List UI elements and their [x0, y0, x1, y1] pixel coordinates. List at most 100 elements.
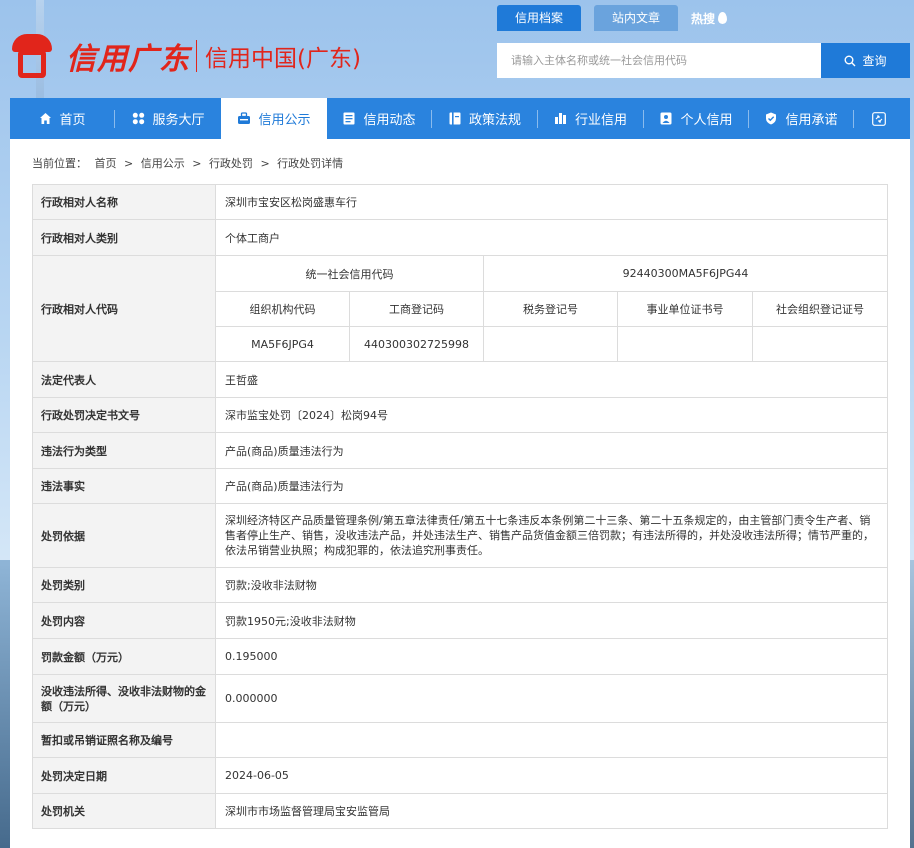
field-label: 处罚机关 [32, 793, 216, 829]
counterpart-name: 深圳市宝安区松岗盛惠车行 [214, 184, 889, 220]
breadcrumb-separator: > [124, 157, 134, 170]
field-label: 暂扣或吊销证照名称及编号 [32, 722, 216, 758]
tax-reg-value [483, 326, 618, 362]
uscc-value: 92440300MA5F6JPG44 [482, 255, 889, 292]
nav-industry-credit[interactable]: 行业信用 [538, 98, 643, 139]
site-logo[interactable]: 信用广东 信用中国(广东) [10, 32, 361, 80]
breadcrumb-prefix: 当前位置： [32, 157, 87, 170]
news-icon [342, 112, 356, 126]
penalty-basis: 深圳经济特区产品质量管理条例/第五章法律责任/第五十七条违反本条例第二十三条、第… [214, 503, 889, 568]
fine-amount: 0.195000 [214, 638, 889, 675]
table-row: 行政处罚决定书文号 深市监宝处罚〔2024〕松岗94号 [32, 397, 889, 433]
social-org-value [751, 326, 889, 362]
tab-credit-archive[interactable]: 信用档案 [497, 5, 582, 31]
license-revocation [214, 722, 889, 758]
field-label: 法定代表人 [32, 361, 216, 398]
biz-reg-value: 440300302725998 [349, 326, 484, 362]
org-code-label: 组织机构代码 [215, 291, 350, 327]
penalty-detail-table: 行政相对人名称 深圳市宝安区松岗盛惠车行 行政相对人类别 个体工商户 行政相对人… [32, 184, 889, 829]
expand-icon [872, 111, 886, 126]
inst-cert-label: 事业单位证书号 [617, 291, 753, 327]
breadcrumb-current: 行政处罚详情 [277, 157, 344, 170]
industry-icon [554, 112, 568, 126]
field-label: 行政相对人代码 [32, 255, 216, 362]
nav-credit-publicity[interactable]: 信用公示 [221, 98, 327, 139]
breadcrumb-separator: > [260, 157, 270, 170]
field-label: 处罚决定日期 [32, 757, 216, 794]
table-row: 行政相对人类别 个体工商户 [32, 219, 889, 256]
nav-personal-credit-label: 个人信用 [680, 113, 733, 128]
detail-panel: 当前位置： 首页 > 信用公示 > 行政处罚 > 行政处罚详情 行政相对人名称 … [10, 139, 910, 848]
nav-more-button[interactable] [854, 98, 904, 139]
nav-credit-commitment-label: 信用承诺 [785, 113, 838, 128]
breadcrumb-penalty-link[interactable]: 行政处罚 [209, 157, 253, 170]
hot-search-link[interactable]: 热搜 [691, 10, 728, 27]
grid-icon [131, 112, 145, 126]
nav-policy-regulations[interactable]: 政策法规 [432, 98, 537, 139]
field-label: 没收违法所得、没收非法财物的金额（万元） [32, 674, 216, 723]
table-row: 违法行为类型 产品(商品)质量违法行为 [32, 432, 889, 469]
person-icon [659, 112, 673, 126]
logo-divider [196, 40, 197, 72]
nav-service-hall-label: 服务大厅 [152, 113, 205, 128]
confiscation-amount: 0.000000 [214, 674, 889, 723]
breadcrumb-home-link[interactable]: 首页 [95, 157, 117, 170]
inst-cert-value [617, 326, 753, 362]
publicity-icon [237, 112, 251, 126]
table-row: 暂扣或吊销证照名称及编号 [32, 722, 889, 758]
field-label: 处罚类别 [32, 567, 216, 603]
breadcrumb: 当前位置： 首页 > 信用公示 > 行政处罚 > 行政处罚详情 [32, 155, 347, 171]
table-row: 处罚决定日期 2024-06-05 [32, 757, 889, 794]
org-code-value: MA5F6JPG4 [215, 326, 350, 362]
table-row: 处罚机关 深圳市市场监督管理局宝安监管局 [32, 793, 889, 829]
field-label: 违法行为类型 [32, 432, 216, 469]
search-button-label: 查询 [862, 54, 887, 68]
breadcrumb-separator: > [192, 157, 202, 170]
home-icon [38, 112, 52, 126]
table-row: 处罚类别 罚款;没收非法财物 [32, 567, 889, 603]
book-icon [448, 112, 462, 126]
search-bar: 查询 [497, 43, 910, 78]
field-label: 违法事实 [32, 468, 216, 504]
field-label: 行政相对人类别 [32, 219, 216, 256]
tab-site-articles[interactable]: 站内文章 [594, 5, 679, 31]
logo-mark-icon [10, 32, 54, 80]
penalty-content: 罚款1950元;没收非法财物 [214, 602, 889, 639]
uscc-label: 统一社会信用代码 [215, 255, 484, 292]
penalty-authority: 深圳市市场监督管理局宝安监管局 [214, 793, 889, 829]
field-label: 处罚依据 [32, 503, 216, 568]
shield-icon [764, 112, 778, 126]
field-label: 罚款金额（万元） [32, 638, 216, 675]
table-row: 处罚内容 罚款1950元;没收非法财物 [32, 602, 889, 639]
nav-home[interactable]: 首页 [10, 98, 114, 139]
field-label: 处罚内容 [32, 602, 216, 639]
search-input[interactable] [497, 43, 821, 78]
logo-title: 信用中国(广东) [205, 46, 361, 72]
nav-credit-commitment[interactable]: 信用承诺 [749, 98, 853, 139]
social-org-label: 社会组织登记证号 [751, 291, 889, 327]
decision-date: 2024-06-05 [214, 757, 889, 794]
nav-personal-credit[interactable]: 个人信用 [644, 98, 748, 139]
nav-credit-news[interactable]: 信用动态 [327, 98, 431, 139]
table-row: 没收违法所得、没收非法财物的金额（万元） 0.000000 [32, 674, 889, 723]
nav-service-hall[interactable]: 服务大厅 [115, 98, 221, 139]
counterpart-type: 个体工商户 [214, 219, 889, 256]
biz-reg-label: 工商登记码 [349, 291, 484, 327]
breadcrumb-publicity-link[interactable]: 信用公示 [141, 157, 185, 170]
search-icon [844, 55, 856, 66]
nav-industry-credit-label: 行业信用 [574, 113, 627, 128]
table-row: 违法事实 产品(商品)质量违法行为 [32, 468, 889, 504]
field-label: 行政处罚决定书文号 [32, 397, 216, 433]
table-row: 法定代表人 王哲盛 [32, 361, 889, 398]
nav-credit-publicity-label: 信用公示 [258, 113, 311, 128]
search-scope-tabs: 信用档案 站内文章 热搜 [497, 5, 728, 31]
site-header: 信用广东 信用中国(广东) 信用档案 站内文章 热搜 查询 [0, 0, 914, 98]
violation-facts: 产品(商品)质量违法行为 [214, 468, 889, 504]
field-label: 行政相对人名称 [32, 184, 216, 220]
search-button[interactable]: 查询 [821, 43, 910, 78]
violation-type: 产品(商品)质量违法行为 [214, 432, 889, 469]
penalty-category: 罚款;没收非法财物 [214, 567, 889, 603]
decision-doc-number: 深市监宝处罚〔2024〕松岗94号 [214, 397, 889, 433]
table-row: 行政相对人名称 深圳市宝安区松岗盛惠车行 [32, 184, 889, 220]
main-nav: 首页 服务大厅 信用公示 信用动态 政策法规 行业信用 个人信用 信用承诺 [10, 98, 910, 139]
